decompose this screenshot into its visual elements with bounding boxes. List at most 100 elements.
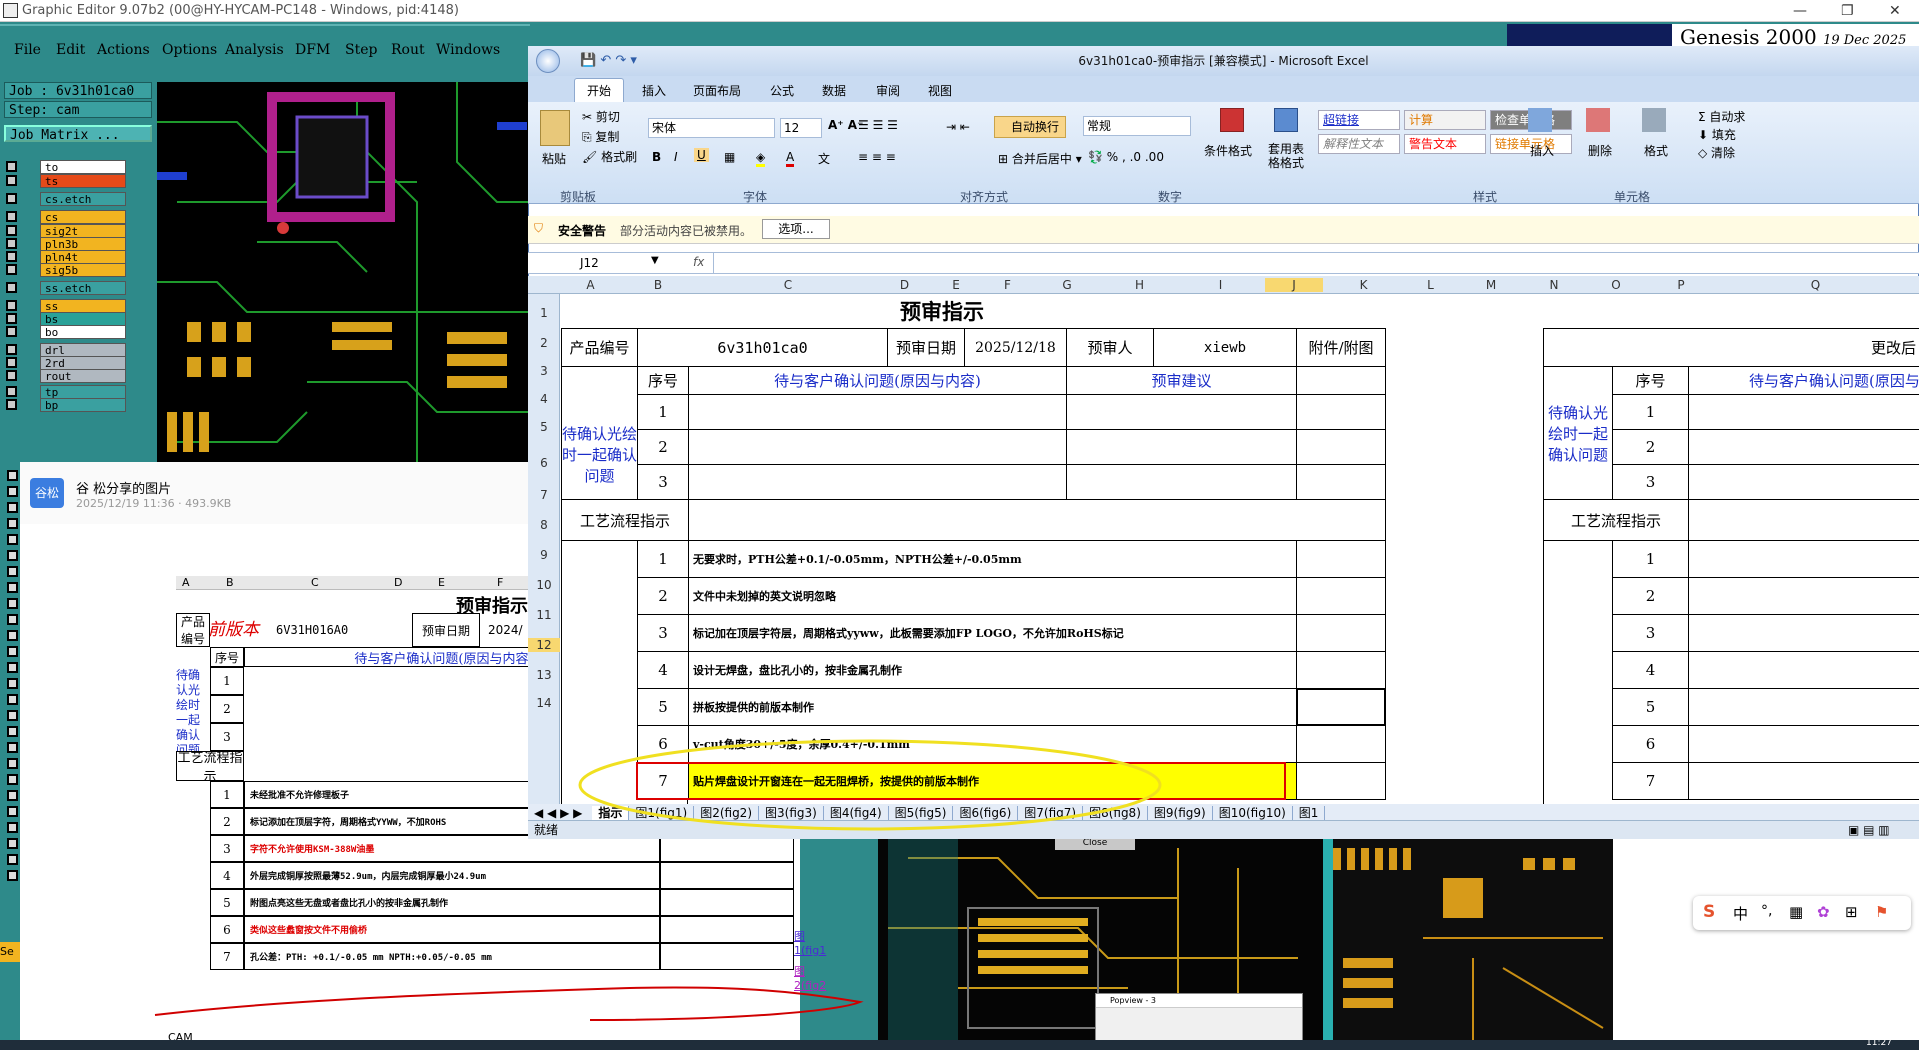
- row-header-12[interactable]: 12: [528, 638, 560, 652]
- layer-row-drl[interactable]: drl: [4, 343, 126, 357]
- row-header-10[interactable]: 10: [528, 578, 560, 592]
- ime-keyboard-icon[interactable]: ▦: [1789, 903, 1803, 921]
- quick-access-save-icon[interactable]: 💾 ↶ ↷ ▾: [580, 46, 637, 76]
- layer-checkbox[interactable]: [7, 534, 18, 545]
- col-header-k[interactable]: K: [1323, 278, 1404, 292]
- autosum-button[interactable]: Σ 自动求: [1698, 108, 1745, 125]
- bold-icon[interactable]: B: [652, 150, 661, 164]
- layer-checkbox[interactable]: [7, 726, 18, 737]
- sheet-tab-10[interactable]: 图10(fig10): [1212, 806, 1293, 820]
- layer-checkbox[interactable]: [6, 399, 17, 410]
- row-header-6[interactable]: 6: [528, 456, 560, 470]
- row-header-13[interactable]: 13: [528, 668, 560, 682]
- layer-row-2rd[interactable]: 2rd: [4, 356, 126, 370]
- style-4[interactable]: 警告文本: [1404, 134, 1486, 154]
- clear-button[interactable]: ◇ 清除: [1698, 144, 1735, 161]
- layer-checkbox[interactable]: [7, 582, 18, 593]
- col-header-c[interactable]: C: [695, 278, 881, 292]
- ime-punct-icon[interactable]: °,: [1761, 903, 1772, 919]
- fx-icon[interactable]: fx: [693, 255, 704, 269]
- format-cells-icon[interactable]: [1642, 108, 1666, 132]
- layer-row-rout[interactable]: rout: [4, 369, 126, 383]
- layer-checkbox[interactable]: [6, 370, 17, 381]
- tab-review[interactable]: 审阅: [876, 82, 900, 99]
- menu-file[interactable]: File: [14, 42, 41, 58]
- layer-checkbox[interactable]: [7, 614, 18, 625]
- job-matrix-button[interactable]: Job Matrix ...: [4, 125, 152, 143]
- delete-cells-icon[interactable]: [1586, 108, 1610, 132]
- layer-checkbox[interactable]: [7, 694, 18, 705]
- layer-checkbox[interactable]: [7, 550, 18, 561]
- row-header-5[interactable]: 5: [528, 420, 560, 434]
- layer-row-bo[interactable]: bo: [4, 325, 126, 339]
- ime-grid-icon[interactable]: ⊞: [1845, 903, 1858, 921]
- layer-checkbox[interactable]: [7, 566, 18, 577]
- fill-color-icon[interactable]: ◈: [756, 150, 766, 167]
- col-header-b[interactable]: B: [621, 278, 695, 292]
- layer-row-cs[interactable]: cs: [4, 210, 126, 224]
- layer-checkbox[interactable]: [6, 386, 17, 397]
- number-format-select[interactable]: 常规: [1083, 116, 1191, 136]
- format-cells-button[interactable]: 格式: [1644, 142, 1668, 159]
- underline-icon[interactable]: U: [694, 148, 709, 162]
- layer-checkbox[interactable]: [6, 300, 17, 311]
- merge-center-button[interactable]: ⊞ 合并后居中 ▾: [998, 150, 1082, 167]
- cut-button[interactable]: ✂ 剪切: [582, 108, 620, 125]
- ime-toolbar[interactable]: S 中 °, ▦ ✿ ⊞ ⚑: [1693, 896, 1911, 930]
- layer-checkbox[interactable]: [6, 238, 17, 249]
- layer-row-ts[interactable]: ts: [4, 174, 126, 188]
- col-header-p[interactable]: P: [1649, 278, 1713, 292]
- layer-checkbox[interactable]: [6, 313, 17, 324]
- layer-checkbox[interactable]: [6, 264, 17, 275]
- font-name-select[interactable]: 宋体: [648, 118, 775, 138]
- paste-icon[interactable]: [540, 110, 570, 146]
- sheet-grid[interactable]: 预审指示 产品编号 6v31h01ca0 预审日期 2025/12/18 预审人 xiewb…: [561, 294, 1919, 804]
- tab-data[interactable]: 数据: [822, 82, 846, 99]
- layer-checkbox[interactable]: [7, 470, 18, 481]
- close-icon[interactable]: ✕: [1889, 0, 1901, 22]
- layer-row-sig2t[interactable]: sig2t: [4, 224, 126, 238]
- row-header-14[interactable]: 14: [528, 696, 560, 710]
- layer-checkbox[interactable]: [6, 251, 17, 262]
- menu-edit[interactable]: Edit: [56, 42, 85, 58]
- ime-skin-icon[interactable]: ✿: [1817, 903, 1830, 921]
- border-icon[interactable]: ▦: [724, 150, 735, 164]
- ime-chinese-mode[interactable]: 中: [1733, 903, 1748, 924]
- col-header-q[interactable]: Q: [1713, 278, 1918, 292]
- col-header-d[interactable]: D: [881, 278, 928, 292]
- insert-cells-button[interactable]: 插入: [1530, 142, 1554, 159]
- col-header-g[interactable]: G: [1031, 278, 1103, 292]
- layer-checkbox[interactable]: [7, 486, 18, 497]
- style-3[interactable]: 解释性文本: [1318, 134, 1400, 154]
- tab-view[interactable]: 视图: [928, 82, 952, 99]
- tab-formulas[interactable]: 公式: [770, 82, 794, 99]
- layer-row-sig5b[interactable]: sig5b: [4, 263, 126, 277]
- formula-input[interactable]: [713, 253, 1913, 273]
- layer-row-tp[interactable]: tp: [4, 385, 126, 399]
- layer-checkbox[interactable]: [7, 502, 18, 513]
- row-header-4[interactable]: 4: [528, 392, 560, 406]
- layer-checkbox[interactable]: [6, 357, 17, 368]
- col-header-f[interactable]: F: [984, 278, 1031, 292]
- security-options-button[interactable]: 选项...: [762, 219, 830, 239]
- delete-cells-button[interactable]: 删除: [1588, 142, 1612, 159]
- row-header-2[interactable]: 2: [528, 336, 560, 350]
- col-header-m[interactable]: M: [1457, 278, 1525, 292]
- font-size-select[interactable]: 12: [780, 118, 822, 138]
- layer-checkbox[interactable]: [7, 662, 18, 673]
- layer-checkbox[interactable]: [6, 161, 17, 172]
- layer-checkbox[interactable]: [7, 598, 18, 609]
- layer-checkbox[interactable]: [6, 326, 17, 337]
- name-box[interactable]: J12: [574, 253, 658, 273]
- style-0[interactable]: 超链接: [1318, 110, 1400, 130]
- col-header-n[interactable]: N: [1525, 278, 1583, 292]
- layer-checkbox[interactable]: [7, 742, 18, 753]
- indent-icon[interactable]: ⇥ ⇤: [946, 120, 970, 134]
- format-painter-button[interactable]: 🖌 格式刷: [582, 148, 637, 165]
- ime-tool-icon[interactable]: ⚑: [1875, 903, 1888, 921]
- menu-actions[interactable]: Actions: [97, 42, 150, 58]
- col-header-i[interactable]: I: [1176, 278, 1265, 292]
- layer-checkbox[interactable]: [6, 211, 17, 222]
- conditional-format-icon[interactable]: [1220, 108, 1244, 132]
- layer-checkbox[interactable]: [7, 678, 18, 689]
